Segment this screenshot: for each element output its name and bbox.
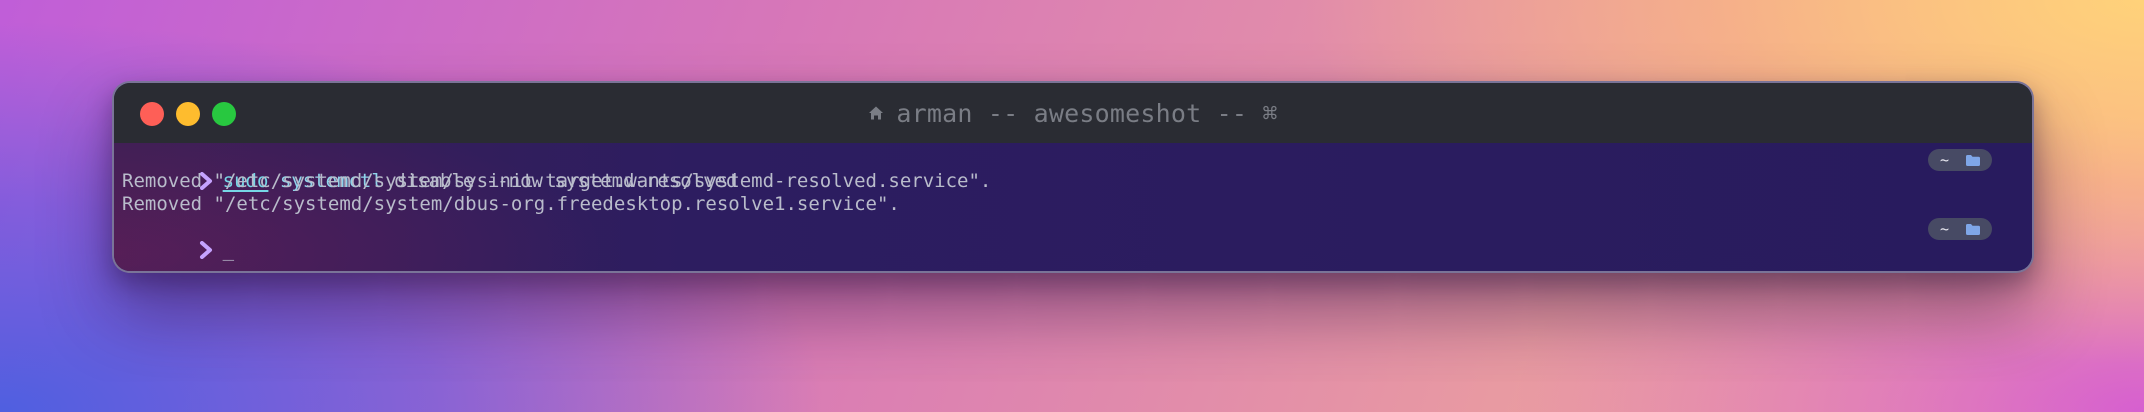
window-title-text: arman -- awesomeshot -- ⌘ (896, 98, 1278, 128)
right-prompt-dir: ~ (1940, 151, 1950, 169)
prompt-chevron-icon (199, 241, 212, 259)
window-title: arman -- awesomeshot -- ⌘ (114, 83, 2032, 143)
terminal-window: arman -- awesomeshot -- ⌘ sudo systemctl… (112, 81, 2034, 273)
right-prompt-badge: ~ (1928, 149, 1992, 171)
home-icon (869, 106, 884, 120)
right-prompt-badge: ~ (1928, 218, 1992, 240)
output-line: Removed "/etc/systemd/system/dbus-org.fr… (122, 193, 900, 215)
folder-icon (1966, 154, 1980, 166)
prompt-line: _ (130, 216, 234, 261)
terminal-content[interactable]: sudo systemctl disable --now systemd-res… (114, 143, 2032, 271)
folder-icon (1966, 223, 1980, 235)
prompt-line: sudo systemctl disable --now systemd-res… (130, 147, 737, 192)
right-prompt-dir: ~ (1940, 220, 1950, 238)
cursor: _ (222, 239, 235, 261)
output-line: Removed "/etc/systemd/system/sysinit.tar… (122, 170, 992, 192)
title-bar[interactable]: arman -- awesomeshot -- ⌘ (114, 83, 2032, 143)
